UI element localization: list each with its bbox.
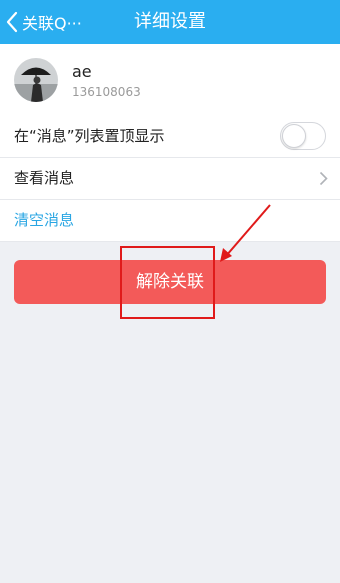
contact-id: 136108063 xyxy=(72,85,141,99)
pin-to-top-label: 在“消息”列表置顶显示 xyxy=(14,127,165,145)
contact-name: ae xyxy=(72,62,92,81)
profile-card[interactable]: ae 136108063 xyxy=(0,44,340,117)
view-messages-label: 查看消息 xyxy=(14,169,75,187)
view-messages-row[interactable]: 查看消息 xyxy=(0,158,340,200)
unlink-button[interactable]: 解除关联 xyxy=(14,260,326,304)
pin-to-top-row: 在“消息”列表置顶显示 xyxy=(0,116,340,158)
clear-messages-row[interactable]: 清空消息 xyxy=(0,200,340,242)
avatar xyxy=(14,58,58,102)
clear-messages-label: 清空消息 xyxy=(14,211,75,229)
chevron-right-icon xyxy=(319,171,328,186)
toggle-knob xyxy=(282,124,306,148)
pin-to-top-toggle[interactable] xyxy=(280,122,326,150)
page-title: 详细设置 xyxy=(134,11,206,32)
title-bar: 关联Q··· 详细设置 xyxy=(0,0,340,44)
settings-list: 在“消息”列表置顶显示 查看消息 清空消息 xyxy=(0,116,340,242)
